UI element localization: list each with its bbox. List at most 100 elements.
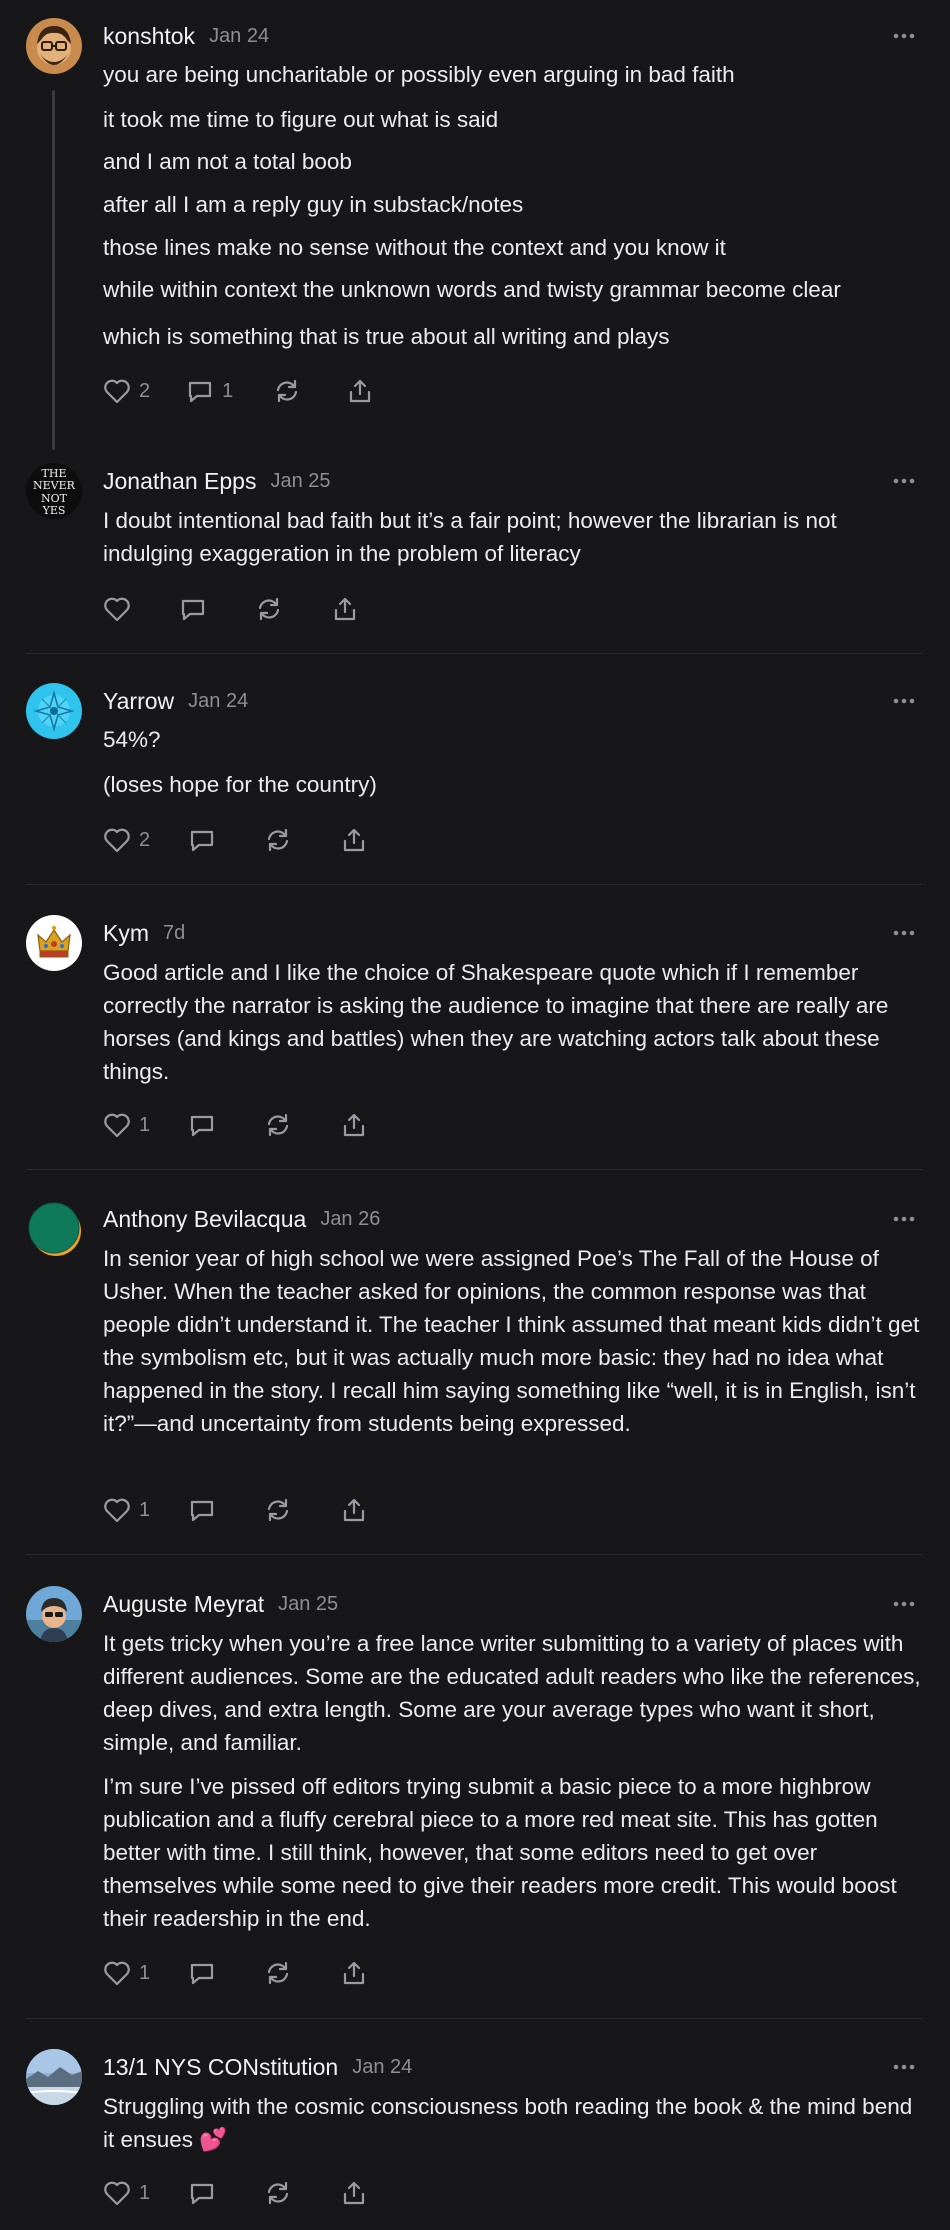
heart-icon — [104, 1498, 130, 1523]
avatar-text-line: YES — [42, 504, 66, 517]
comment-paragraph: and I am not a total boob — [103, 149, 352, 174]
comment-date[interactable]: 7d — [163, 922, 185, 945]
divider — [26, 653, 922, 654]
comment-date[interactable]: Jan 24 — [188, 690, 248, 713]
reply-button[interactable] — [188, 1497, 216, 1523]
avatar[interactable] — [26, 915, 82, 971]
avatar[interactable] — [26, 2049, 82, 2105]
author-name[interactable]: Auguste Meyrat — [103, 1591, 264, 1618]
share-button[interactable] — [331, 596, 359, 622]
comment-actions: 1 — [103, 1107, 368, 1143]
reply-button[interactable] — [188, 827, 216, 853]
comment-date[interactable]: Jan 25 — [278, 1593, 338, 1616]
author-name[interactable]: Kym — [103, 920, 149, 947]
comment-paragraph: which is something that is true about al… — [103, 324, 670, 349]
comment-paragraph: it took me time to figure out what is sa… — [103, 107, 499, 132]
share-button[interactable] — [340, 1497, 368, 1523]
more-options-button[interactable] — [886, 18, 922, 54]
like-count: 1 — [139, 1113, 151, 1136]
avatar-text-line: NEVER — [33, 479, 76, 492]
author-name[interactable]: Jonathan Epps — [103, 468, 256, 495]
comment-bubble-icon — [181, 599, 205, 621]
restack-button[interactable] — [264, 2180, 292, 2206]
author-name[interactable]: 13/1 NYS CONstitution — [103, 2054, 338, 2081]
like-button[interactable]: 1 — [103, 1960, 150, 1986]
avatar[interactable]: THE NEVER NOT YES — [26, 463, 82, 519]
restack-icon — [268, 2181, 289, 2205]
comment-konshtok: konshtok Jan 24 you are being uncharitab… — [26, 18, 922, 450]
comment-paragraph: those lines make no sense without the co… — [103, 235, 726, 260]
like-button[interactable]: 1 — [103, 1112, 150, 1138]
divider — [26, 2018, 922, 2019]
comment-bubble-icon — [191, 1963, 214, 1985]
author-name[interactable]: Yarrow — [103, 688, 174, 715]
comment-paragraph: I’m sure I’ve pissed off editors trying … — [103, 1774, 897, 1931]
more-options-button[interactable] — [886, 463, 922, 499]
comment-date[interactable]: Jan 25 — [270, 470, 330, 493]
like-count: 1 — [139, 1498, 151, 1521]
avatar[interactable] — [26, 18, 82, 74]
like-button[interactable] — [103, 596, 131, 622]
comment-bubble-icon — [191, 830, 214, 852]
reply-button[interactable] — [188, 2180, 216, 2206]
comment-date[interactable]: Jan 24 — [209, 25, 269, 48]
more-options-button[interactable] — [886, 1201, 922, 1237]
restack-icon — [268, 1961, 289, 1985]
reply-button[interactable]: 1 — [186, 378, 233, 404]
comment-header: Anthony Bevilacqua Jan 26 — [103, 1201, 922, 1237]
like-button[interactable]: 1 — [103, 1497, 150, 1523]
restack-icon — [258, 597, 280, 621]
like-count: 1 — [139, 1961, 151, 1984]
comment-paragraph: I doubt intentional bad faith but it’s a… — [103, 508, 837, 566]
heart-icon — [104, 1961, 130, 1986]
comment-date[interactable]: Jan 26 — [320, 1208, 380, 1231]
restack-button[interactable] — [264, 1497, 292, 1523]
share-button[interactable] — [340, 1960, 368, 1986]
more-options-button[interactable] — [886, 683, 922, 719]
share-button[interactable] — [346, 378, 374, 404]
more-options-button[interactable] — [886, 2049, 922, 2085]
share-button[interactable] — [340, 1112, 368, 1138]
restack-button[interactable] — [264, 1960, 292, 1986]
comment-header: 13/1 NYS CONstitution Jan 24 — [103, 2049, 922, 2085]
comment-actions: 2 — [103, 822, 368, 858]
restack-button[interactable] — [264, 827, 292, 853]
comment-bubble-icon — [191, 1115, 214, 1137]
like-button[interactable]: 2 — [103, 378, 150, 404]
restack-button[interactable] — [273, 378, 301, 404]
comment-paragraph: (loses hope for the country) — [103, 772, 377, 797]
author-name[interactable]: konshtok — [103, 23, 195, 50]
restack-button[interactable] — [255, 596, 283, 622]
comment-paragraph: you are being uncharitable or possibly e… — [103, 62, 735, 87]
comments-feed: konshtok Jan 24 you are being uncharitab… — [0, 0, 950, 2230]
avatar[interactable] — [26, 683, 82, 739]
share-icon — [344, 1113, 365, 1137]
comment-paragraph: 54%? — [103, 727, 161, 752]
reply-button[interactable] — [179, 596, 207, 622]
comment-header: Auguste Meyrat Jan 25 — [103, 1586, 922, 1622]
more-options-button[interactable] — [886, 915, 922, 951]
like-button[interactable]: 1 — [103, 2180, 150, 2206]
restack-button[interactable] — [264, 1112, 292, 1138]
thread-line — [52, 90, 55, 450]
like-count: 2 — [139, 828, 151, 851]
reply-button[interactable] — [188, 1112, 216, 1138]
comment-jonathan-epps: THE NEVER NOT YES Jonathan Epps Jan 25 I… — [26, 463, 922, 633]
more-options-button[interactable] — [886, 1586, 922, 1622]
comment-header: Jonathan Epps Jan 25 — [103, 463, 922, 499]
like-count: 2 — [139, 379, 151, 402]
avatar[interactable] — [26, 1586, 82, 1642]
heart-icon — [104, 2181, 130, 2206]
heart-icon — [104, 828, 130, 853]
comment-paragraph: while within context the unknown words a… — [103, 277, 841, 302]
reply-button[interactable] — [188, 1960, 216, 1986]
comment-date[interactable]: Jan 24 — [352, 2056, 412, 2079]
share-button[interactable] — [340, 2180, 368, 2206]
comment-bubble-icon — [189, 381, 212, 403]
avatar[interactable] — [26, 1201, 82, 1257]
like-button[interactable]: 2 — [103, 827, 150, 853]
share-button[interactable] — [340, 827, 368, 853]
heart-icon — [104, 597, 130, 622]
comment-bubble-icon — [191, 1500, 214, 1522]
author-name[interactable]: Anthony Bevilacqua — [103, 1206, 306, 1233]
